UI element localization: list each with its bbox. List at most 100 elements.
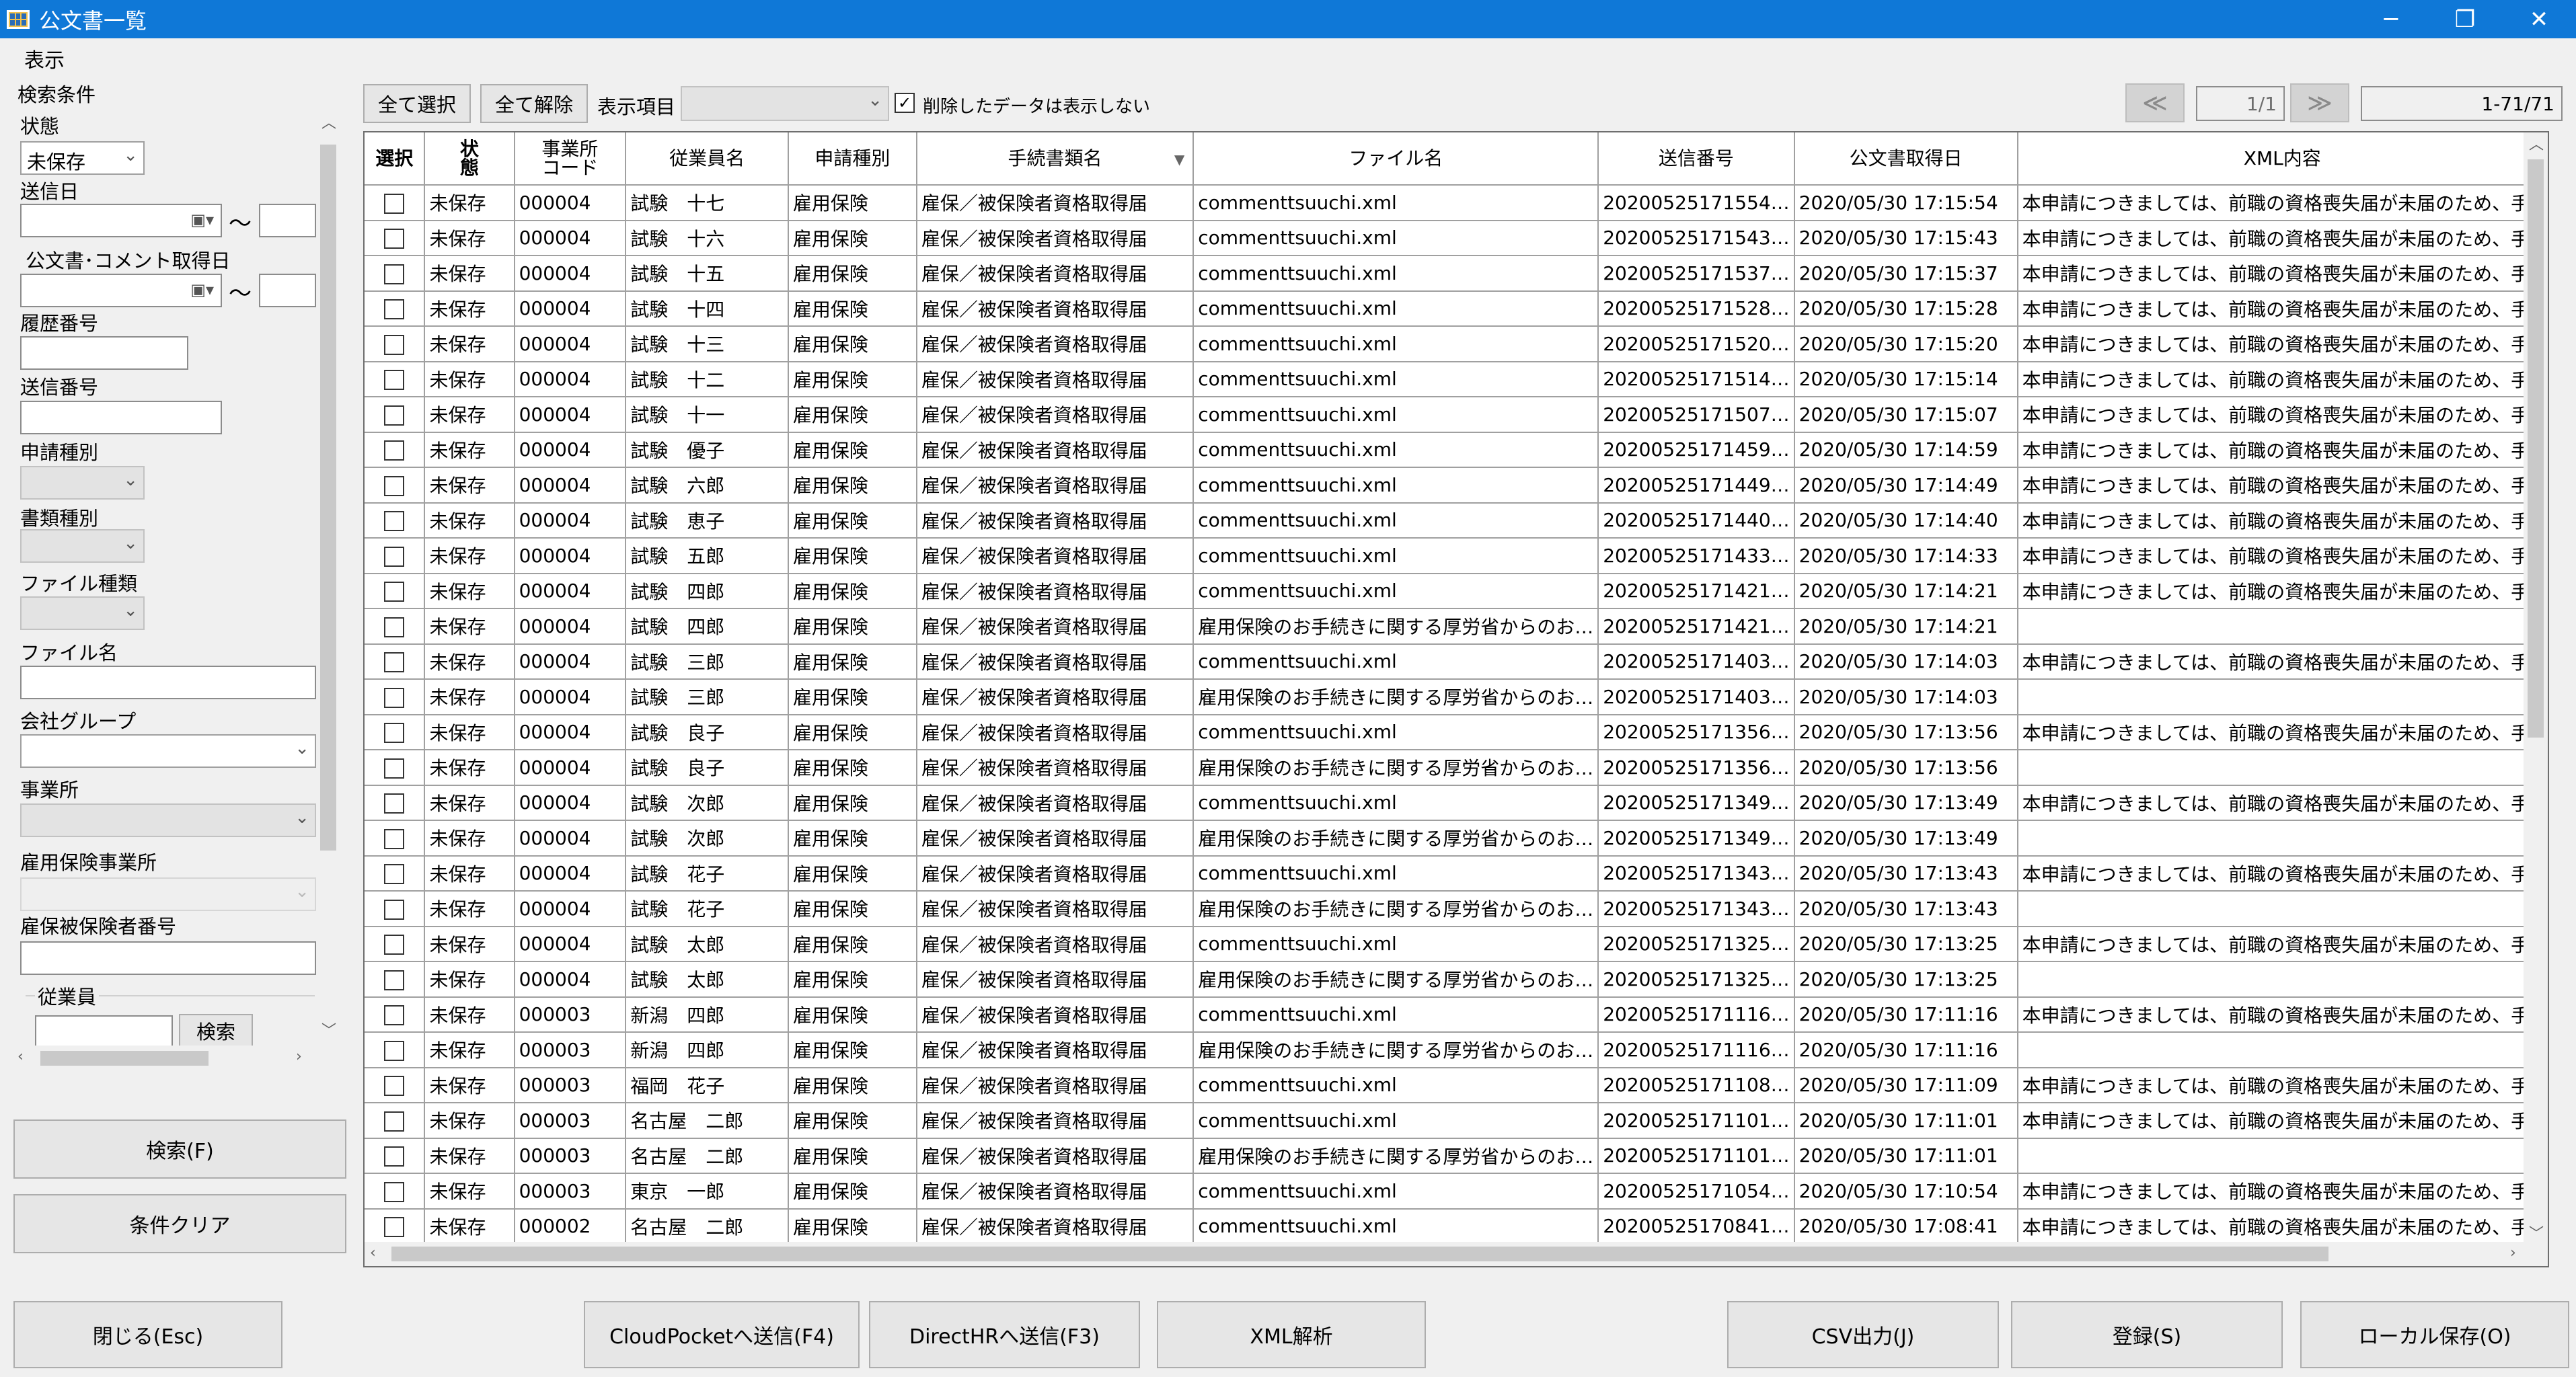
deselect-all-button[interactable]: 全て解除 <box>480 84 588 123</box>
row-select-checkbox[interactable] <box>384 370 405 391</box>
row-select-checkbox[interactable] <box>384 1146 405 1167</box>
grid-hscrollbar[interactable]: ‹ › <box>365 1242 2548 1266</box>
scroll-up-icon[interactable]: ︿ <box>2529 132 2544 154</box>
row-select-checkbox[interactable] <box>384 193 405 214</box>
close-button[interactable]: 閉じる(Esc) <box>13 1301 282 1368</box>
row-select-checkbox[interactable] <box>384 582 405 602</box>
table-row[interactable]: 未保存 000004 試験 十一 雇用保険 雇保／被保険者資格取得届 commenttsu… <box>365 397 2548 433</box>
scroll-left-icon[interactable]: ‹ <box>17 1048 24 1065</box>
col-header-select[interactable]: 選択 <box>365 132 426 186</box>
row-select-checkbox[interactable] <box>384 405 405 426</box>
table-row[interactable]: 未保存 000003 東京 一郎 雇用保険 雇保／被保険者資格取得届 commenttsu… <box>365 1173 2548 1210</box>
left-panel-hscroll-thumb[interactable] <box>40 1051 209 1066</box>
row-select-checkbox[interactable] <box>384 793 405 814</box>
grid-vscroll-thumb[interactable] <box>2528 159 2544 738</box>
col-header-file-name[interactable]: ファイル名 <box>1193 132 1599 186</box>
table-row[interactable]: 未保存 000004 試験 四郎 雇用保険 雇保／被保険者資格取得届 雇用保険のお手続きに… <box>365 608 2548 645</box>
menu-view[interactable]: 表示 <box>24 44 65 73</box>
table-row[interactable]: 未保存 000004 試験 六郎 雇用保険 雇保／被保険者資格取得届 commenttsu… <box>365 467 2548 504</box>
table-row[interactable]: 未保存 000004 試験 優子 雇用保険 雇保／被保険者資格取得届 commenttsu… <box>365 432 2548 468</box>
col-header-doc-date[interactable]: 公文書取得日 <box>1794 132 2018 186</box>
doc-type-select[interactable]: ⌄ <box>20 529 145 563</box>
row-select-checkbox[interactable] <box>384 899 405 920</box>
grid-hscroll-thumb[interactable] <box>391 1247 2328 1261</box>
table-row[interactable]: 未保存 000004 試験 良子 雇用保険 雇保／被保険者資格取得届 雇用保険のお手続きに… <box>365 750 2548 786</box>
scroll-down-icon[interactable]: ﹀ <box>321 1019 336 1040</box>
send-date-from-input[interactable]: ▣▾ <box>20 204 222 237</box>
table-row[interactable]: 未保存 000004 試験 三郎 雇用保険 雇保／被保険者資格取得届 雇用保険のお手続きに… <box>365 679 2548 715</box>
row-select-checkbox[interactable] <box>384 440 405 461</box>
left-panel-vscroll-thumb[interactable] <box>320 145 336 851</box>
send-directhr-button[interactable]: DirectHRへ送信(F3) <box>869 1301 1140 1368</box>
table-row[interactable]: 未保存 000003 名古屋 二郎 雇用保険 雇保／被保険者資格取得届 commentts… <box>365 1103 2548 1139</box>
row-select-checkbox[interactable] <box>384 652 405 673</box>
row-select-checkbox[interactable] <box>384 511 405 532</box>
table-row[interactable]: 未保存 000004 試験 太郎 雇用保険 雇保／被保険者資格取得届 雇用保険のお手続きに… <box>365 961 2548 998</box>
table-row[interactable]: 未保存 000002 名古屋 二郎 雇用保険 雇保／被保険者資格取得届 commentts… <box>365 1208 2548 1245</box>
status-select[interactable]: 未保存 ⌄ <box>20 141 145 175</box>
table-row[interactable]: 未保存 000004 試験 良子 雇用保険 雇保／被保険者資格取得届 commenttsu… <box>365 714 2548 750</box>
ei-office-select[interactable]: ⌄ <box>20 877 316 911</box>
send-no-input[interactable] <box>20 401 222 434</box>
close-window-button[interactable]: ✕ <box>2502 0 2576 38</box>
left-panel-vscrollbar[interactable]: ︿ ﹀ <box>316 111 340 1039</box>
office-select[interactable]: ⌄ <box>20 803 316 837</box>
scroll-left-icon[interactable]: ‹ <box>370 1245 376 1261</box>
row-select-checkbox[interactable] <box>384 1111 405 1132</box>
row-select-checkbox[interactable] <box>384 229 405 249</box>
row-select-checkbox[interactable] <box>384 935 405 955</box>
row-select-checkbox[interactable] <box>384 334 405 355</box>
restore-button[interactable]: ❐ <box>2428 0 2502 38</box>
search-button[interactable]: 検索(F) <box>13 1119 346 1179</box>
scroll-up-icon[interactable]: ︿ <box>321 111 336 132</box>
row-select-checkbox[interactable] <box>384 687 405 708</box>
scroll-down-icon[interactable]: ﹀ <box>2529 1222 2544 1243</box>
row-select-checkbox[interactable] <box>384 758 405 779</box>
row-select-checkbox[interactable] <box>384 864 405 885</box>
table-row[interactable]: 未保存 000004 試験 次郎 雇用保険 雇保／被保険者資格取得届 commenttsu… <box>365 785 2548 821</box>
row-select-checkbox[interactable] <box>384 264 405 284</box>
csv-output-button[interactable]: CSV出力(J) <box>1727 1301 1999 1368</box>
app-type-select[interactable]: ⌄ <box>20 466 145 500</box>
calendar-dropdown-icon[interactable]: ▣▾ <box>190 280 214 299</box>
row-select-checkbox[interactable] <box>384 546 405 567</box>
next-page-button[interactable]: ≫ <box>2290 83 2349 122</box>
clear-conditions-button[interactable]: 条件クリア <box>13 1194 346 1253</box>
doc-date-to-input[interactable] <box>259 274 316 307</box>
table-row[interactable]: 未保存 000004 試験 三郎 雇用保険 雇保／被保険者資格取得届 commenttsu… <box>365 643 2548 680</box>
col-header-office-code[interactable]: 事業所 コード <box>514 132 627 186</box>
employee-search-button[interactable]: 検索 <box>179 1014 253 1048</box>
table-row[interactable]: 未保存 000004 試験 十七 雇用保険 雇保／被保険者資格取得届 commenttsu… <box>365 185 2548 221</box>
table-row[interactable]: 未保存 000004 試験 十二 雇用保険 雇保／被保険者資格取得届 commenttsu… <box>365 361 2548 397</box>
col-header-application-type[interactable]: 申請種別 <box>788 132 917 186</box>
minimize-button[interactable]: ─ <box>2354 0 2428 38</box>
table-row[interactable]: 未保存 000004 試験 五郎 雇用保険 雇保／被保険者資格取得届 commenttsu… <box>365 538 2548 574</box>
col-header-employee-name[interactable]: 従業員名 <box>626 132 789 186</box>
table-row[interactable]: 未保存 000004 試験 花子 雇用保険 雇保／被保険者資格取得届 commenttsu… <box>365 855 2548 892</box>
register-button[interactable]: 登録(S) <box>2011 1301 2283 1368</box>
scroll-right-icon[interactable]: › <box>2510 1245 2516 1261</box>
left-panel-hscrollbar[interactable]: ‹ › <box>13 1046 316 1070</box>
employee-input[interactable] <box>35 1015 173 1049</box>
table-row[interactable]: 未保存 000004 試験 十四 雇用保険 雇保／被保険者資格取得届 commenttsu… <box>365 290 2548 327</box>
table-row[interactable]: 未保存 000003 新潟 四郎 雇用保険 雇保／被保険者資格取得届 commenttsu… <box>365 996 2548 1033</box>
row-select-checkbox[interactable] <box>384 1076 405 1097</box>
table-row[interactable]: 未保存 000003 福岡 花子 雇用保険 雇保／被保険者資格取得届 commenttsu… <box>365 1067 2548 1103</box>
row-select-checkbox[interactable] <box>384 1217 405 1238</box>
send-cloudpocket-button[interactable]: CloudPocketへ送信(F4) <box>584 1301 860 1368</box>
grid-vscrollbar[interactable]: ︿ ﹀ <box>2524 132 2548 1243</box>
table-row[interactable]: 未保存 000003 名古屋 二郎 雇用保険 雇保／被保険者資格取得届 雇用保険のお手続き… <box>365 1138 2548 1174</box>
local-save-button[interactable]: ローカル保存(O) <box>2300 1301 2569 1368</box>
table-row[interactable]: 未保存 000004 試験 次郎 雇用保険 雇保／被保険者資格取得届 雇用保険のお手続きに… <box>365 820 2548 857</box>
col-header-xml-content[interactable]: XML内容 <box>2017 132 2548 186</box>
xml-analyze-button[interactable]: XML解析 <box>1157 1301 1426 1368</box>
row-select-checkbox[interactable] <box>384 828 405 849</box>
row-select-checkbox[interactable] <box>384 723 405 744</box>
table-row[interactable]: 未保存 000004 試験 恵子 雇用保険 雇保／被保険者資格取得届 commenttsu… <box>365 502 2548 539</box>
send-date-to-input[interactable] <box>259 204 316 237</box>
table-row[interactable]: 未保存 000004 試験 花子 雇用保険 雇保／被保険者資格取得届 雇用保険のお手続きに… <box>365 891 2548 927</box>
row-select-checkbox[interactable] <box>384 475 405 496</box>
table-row[interactable]: 未保存 000004 試験 四郎 雇用保険 雇保／被保険者資格取得届 commenttsu… <box>365 573 2548 609</box>
table-row[interactable]: 未保存 000004 試験 十五 雇用保険 雇保／被保険者資格取得届 commenttsu… <box>365 255 2548 292</box>
table-row[interactable]: 未保存 000003 新潟 四郎 雇用保険 雇保／被保険者資格取得届 雇用保険のお手続きに… <box>365 1032 2548 1068</box>
